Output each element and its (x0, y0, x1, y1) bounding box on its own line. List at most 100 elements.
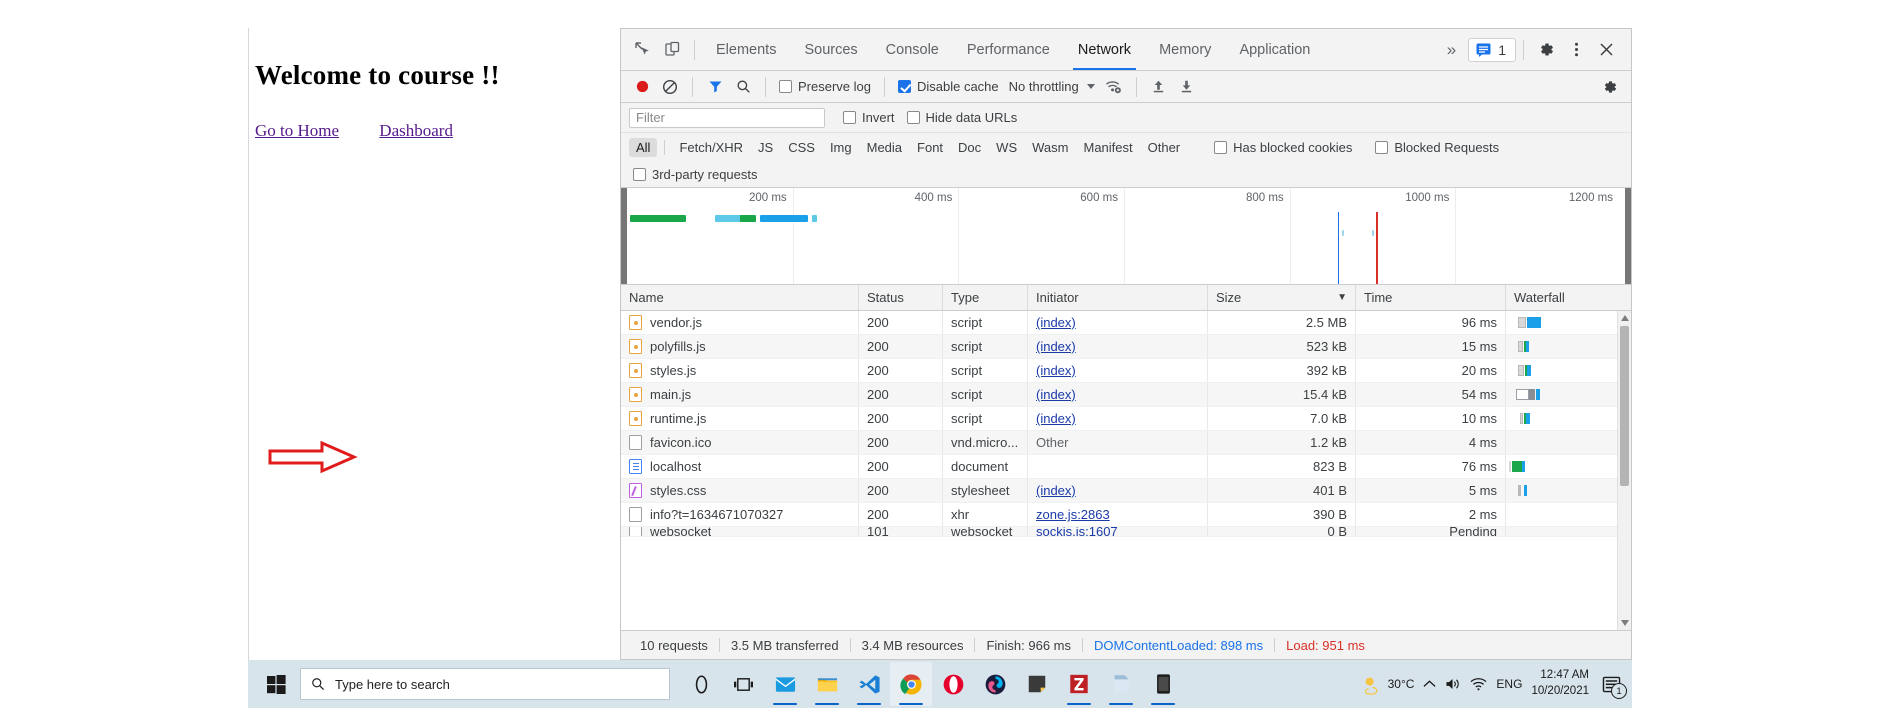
type-filter-other[interactable]: Other (1141, 138, 1188, 157)
vs-code-icon[interactable] (848, 662, 890, 706)
task-view-icon[interactable] (722, 662, 764, 706)
table-row[interactable]: websocket 101 websocket sockjs.js:1607 0… (621, 527, 1631, 537)
speaker-icon[interactable] (1445, 677, 1461, 691)
filter-funnel-icon[interactable] (702, 75, 728, 99)
type-filter-doc[interactable]: Doc (951, 138, 988, 157)
clear-button-icon[interactable] (657, 75, 683, 99)
request-initiator[interactable]: (index) (1036, 315, 1076, 330)
throttling-select[interactable]: No throttling (1005, 79, 1099, 94)
search-icon[interactable] (730, 75, 756, 99)
opera-icon[interactable] (932, 662, 974, 706)
table-row[interactable]: runtime.js 200 script (index) 7.0 kB 10 … (621, 407, 1631, 431)
close-devtools-icon[interactable] (1591, 36, 1621, 64)
file-explorer-icon[interactable] (806, 662, 848, 706)
column-header-waterfall[interactable]: Waterfall (1506, 285, 1631, 310)
overview-body[interactable]: 200 ms 400 ms 600 ms 800 ms 1000 ms 1200… (627, 188, 1625, 284)
type-filter-ws[interactable]: WS (989, 138, 1024, 157)
table-row[interactable]: favicon.ico 200 vnd.micro... Other 1.2 k… (621, 431, 1631, 455)
request-initiator[interactable]: zone.js:2863 (1036, 507, 1110, 522)
table-row[interactable]: vendor.js 200 script (index) 2.5 MB 96 m… (621, 311, 1631, 335)
hide-data-urls-checkbox[interactable]: Hide data URLs (903, 110, 1022, 125)
record-button-icon[interactable] (629, 75, 655, 99)
tab-console[interactable]: Console (872, 29, 953, 70)
tab-sources[interactable]: Sources (790, 29, 871, 70)
mail-icon[interactable] (764, 662, 806, 706)
tab-memory[interactable]: Memory (1145, 29, 1225, 70)
request-initiator[interactable]: (index) (1036, 387, 1076, 402)
table-row[interactable]: styles.js 200 script (index) 392 kB 20 m… (621, 359, 1631, 383)
link-go-to-home[interactable]: Go to Home (255, 121, 339, 140)
more-options-icon[interactable] (1561, 36, 1591, 64)
weather-widget[interactable]: 30°C (1362, 674, 1414, 695)
request-initiator[interactable]: sockjs.js:1607 (1036, 527, 1118, 536)
phone-link-icon[interactable] (1142, 662, 1184, 706)
type-filter-js[interactable]: JS (751, 138, 780, 157)
firefox-dev-icon[interactable] (974, 662, 1016, 706)
column-header-type[interactable]: Type (943, 285, 1028, 310)
request-initiator[interactable]: (index) (1036, 483, 1076, 498)
sticky-notes-icon[interactable] (1016, 662, 1058, 706)
overview-right-handle[interactable] (1625, 188, 1631, 284)
type-filter-img[interactable]: Img (823, 138, 859, 157)
language-indicator[interactable]: ENG (1496, 677, 1522, 691)
column-header-initiator[interactable]: Initiator (1028, 285, 1208, 310)
more-tabs-icon[interactable]: » (1435, 40, 1468, 60)
type-filter-media[interactable]: Media (860, 138, 909, 157)
column-header-name[interactable]: Name (621, 285, 859, 310)
inspect-element-icon[interactable] (627, 36, 657, 64)
taskbar-clock[interactable]: 12:47 AM 10/20/2021 (1531, 668, 1589, 699)
filezilla-icon[interactable] (1058, 662, 1100, 706)
has-blocked-cookies-checkbox[interactable]: Has blocked cookies (1210, 140, 1356, 155)
import-har-icon[interactable] (1146, 75, 1172, 99)
link-dashboard[interactable]: Dashboard (379, 121, 453, 140)
table-row[interactable]: main.js 200 script (index) 15.4 kB 54 ms (621, 383, 1631, 407)
action-center-icon[interactable]: 1 (1598, 667, 1627, 701)
tab-performance[interactable]: Performance (953, 29, 1064, 70)
settings-gear-icon[interactable] (1531, 36, 1561, 64)
start-button-icon[interactable] (252, 660, 300, 708)
invert-checkbox[interactable]: Invert (839, 110, 899, 125)
notepad-icon[interactable] (1100, 662, 1142, 706)
tab-application[interactable]: Application (1225, 29, 1324, 70)
request-name: favicon.ico (650, 435, 712, 450)
preserve-log-checkbox[interactable]: Preserve log (775, 79, 875, 94)
request-initiator[interactable]: (index) (1036, 363, 1076, 378)
network-overview-timeline[interactable]: 200 ms 400 ms 600 ms 800 ms 1000 ms 1200… (621, 188, 1631, 285)
blocked-requests-checkbox[interactable]: Blocked Requests (1371, 140, 1503, 155)
wifi-icon[interactable] (1470, 677, 1487, 691)
tab-network[interactable]: Network (1064, 29, 1145, 70)
filter-input[interactable] (629, 107, 825, 128)
scroll-down-arrow-icon[interactable] (1618, 616, 1631, 630)
scroll-up-arrow-icon[interactable] (1618, 311, 1631, 325)
disable-cache-checkbox[interactable]: Disable cache (894, 79, 1003, 94)
issues-badge[interactable]: 1 (1468, 37, 1516, 62)
column-header-time[interactable]: Time (1356, 285, 1506, 310)
request-initiator[interactable]: (index) (1036, 339, 1076, 354)
column-header-size[interactable]: Size ▼ (1208, 285, 1356, 310)
table-row[interactable]: localhost 200 document 823 B 76 ms (621, 455, 1631, 479)
device-toolbar-icon[interactable] (657, 36, 687, 64)
search-input[interactable]: Type here to search (300, 668, 670, 700)
type-filter-fetch-xhr[interactable]: Fetch/XHR (672, 138, 750, 157)
table-row[interactable]: polyfills.js 200 script (index) 523 kB 1… (621, 335, 1631, 359)
summary-transferred: 3.5 MB transferred (730, 637, 839, 653)
third-party-requests-checkbox[interactable]: 3rd-party requests (629, 167, 762, 182)
export-har-icon[interactable] (1174, 75, 1200, 99)
scrollbar-thumb[interactable] (1620, 326, 1629, 486)
type-filter-css[interactable]: CSS (781, 138, 822, 157)
request-initiator[interactable]: (index) (1036, 411, 1076, 426)
network-conditions-icon[interactable] (1101, 75, 1127, 99)
requests-table-scrollbar[interactable] (1617, 311, 1631, 630)
tab-elements[interactable]: Elements (702, 29, 790, 70)
cortana-icon[interactable] (680, 662, 722, 706)
type-filter-font[interactable]: Font (910, 138, 950, 157)
type-filter-wasm[interactable]: Wasm (1025, 138, 1075, 157)
table-row[interactable]: styles.css 200 stylesheet (index) 401 B … (621, 479, 1631, 503)
column-header-status[interactable]: Status (859, 285, 943, 310)
type-filter-all[interactable]: All (629, 137, 658, 157)
chrome-icon[interactable] (890, 662, 932, 706)
network-settings-gear-icon[interactable] (1597, 75, 1623, 99)
type-filter-manifest[interactable]: Manifest (1076, 138, 1139, 157)
show-hidden-icons-icon[interactable] (1423, 679, 1436, 690)
table-row[interactable]: info?t=1634671070327 200 xhr zone.js:286… (621, 503, 1631, 527)
